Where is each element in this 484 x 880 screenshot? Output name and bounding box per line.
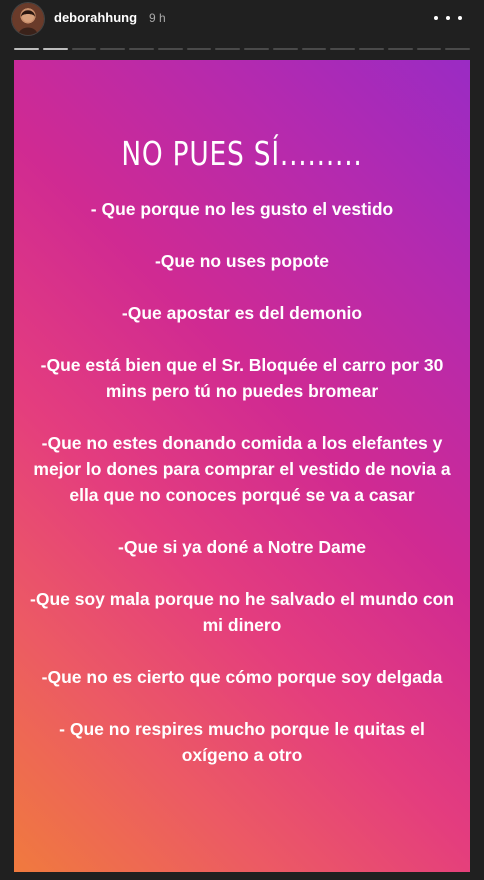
story-line: -Que soy mala porque no he salvado el mu… [30, 589, 454, 635]
progress-segment [244, 48, 269, 50]
story-line: -Que si ya doné a Notre Dame [118, 537, 366, 557]
progress-segment [129, 48, 154, 50]
story-line: - Que porque no les gusto el vestido [90, 199, 394, 219]
progress-segment [14, 48, 39, 50]
story-header: deborahhung 9 h [0, 0, 484, 46]
progress-segment [71, 48, 97, 50]
story-line: -Que no uses popote [154, 251, 330, 271]
progress-segment [330, 48, 355, 50]
progress-segment [272, 48, 298, 50]
avatar[interactable] [12, 3, 44, 35]
post-time: 9 h [149, 11, 166, 25]
progress-segment [186, 48, 212, 50]
story-title: NO PUES SÍ......... [121, 134, 363, 173]
progress-segment [100, 48, 125, 50]
story-line: - Que no respires mucho porque le quitas… [59, 719, 425, 765]
progress-segment [215, 48, 240, 50]
story-line: -Que apostar es del demonio [121, 303, 363, 323]
username[interactable]: deborahhung [54, 10, 137, 25]
progress-segment [157, 48, 183, 50]
story-line: -Que no estes donando comida a los elefa… [33, 433, 451, 505]
progress-segment [42, 48, 68, 50]
progress-segment [387, 48, 413, 50]
progress-segment [301, 48, 327, 50]
more-options-icon[interactable] [434, 9, 462, 27]
story-line: -Que está bien que el Sr. Bloquée el car… [40, 355, 444, 401]
progress-segment [416, 48, 442, 50]
story-line: -Que no es cierto que cómo porque soy de… [41, 667, 443, 687]
progress-segment [445, 48, 470, 50]
progress-segment [359, 48, 384, 50]
story-content[interactable]: NO PUES SÍ......... - Que porque no les … [14, 60, 470, 872]
story-text-list: - Que porque no les gusto el vestido -Que… [30, 196, 454, 794]
story-progress-bar [14, 48, 470, 50]
